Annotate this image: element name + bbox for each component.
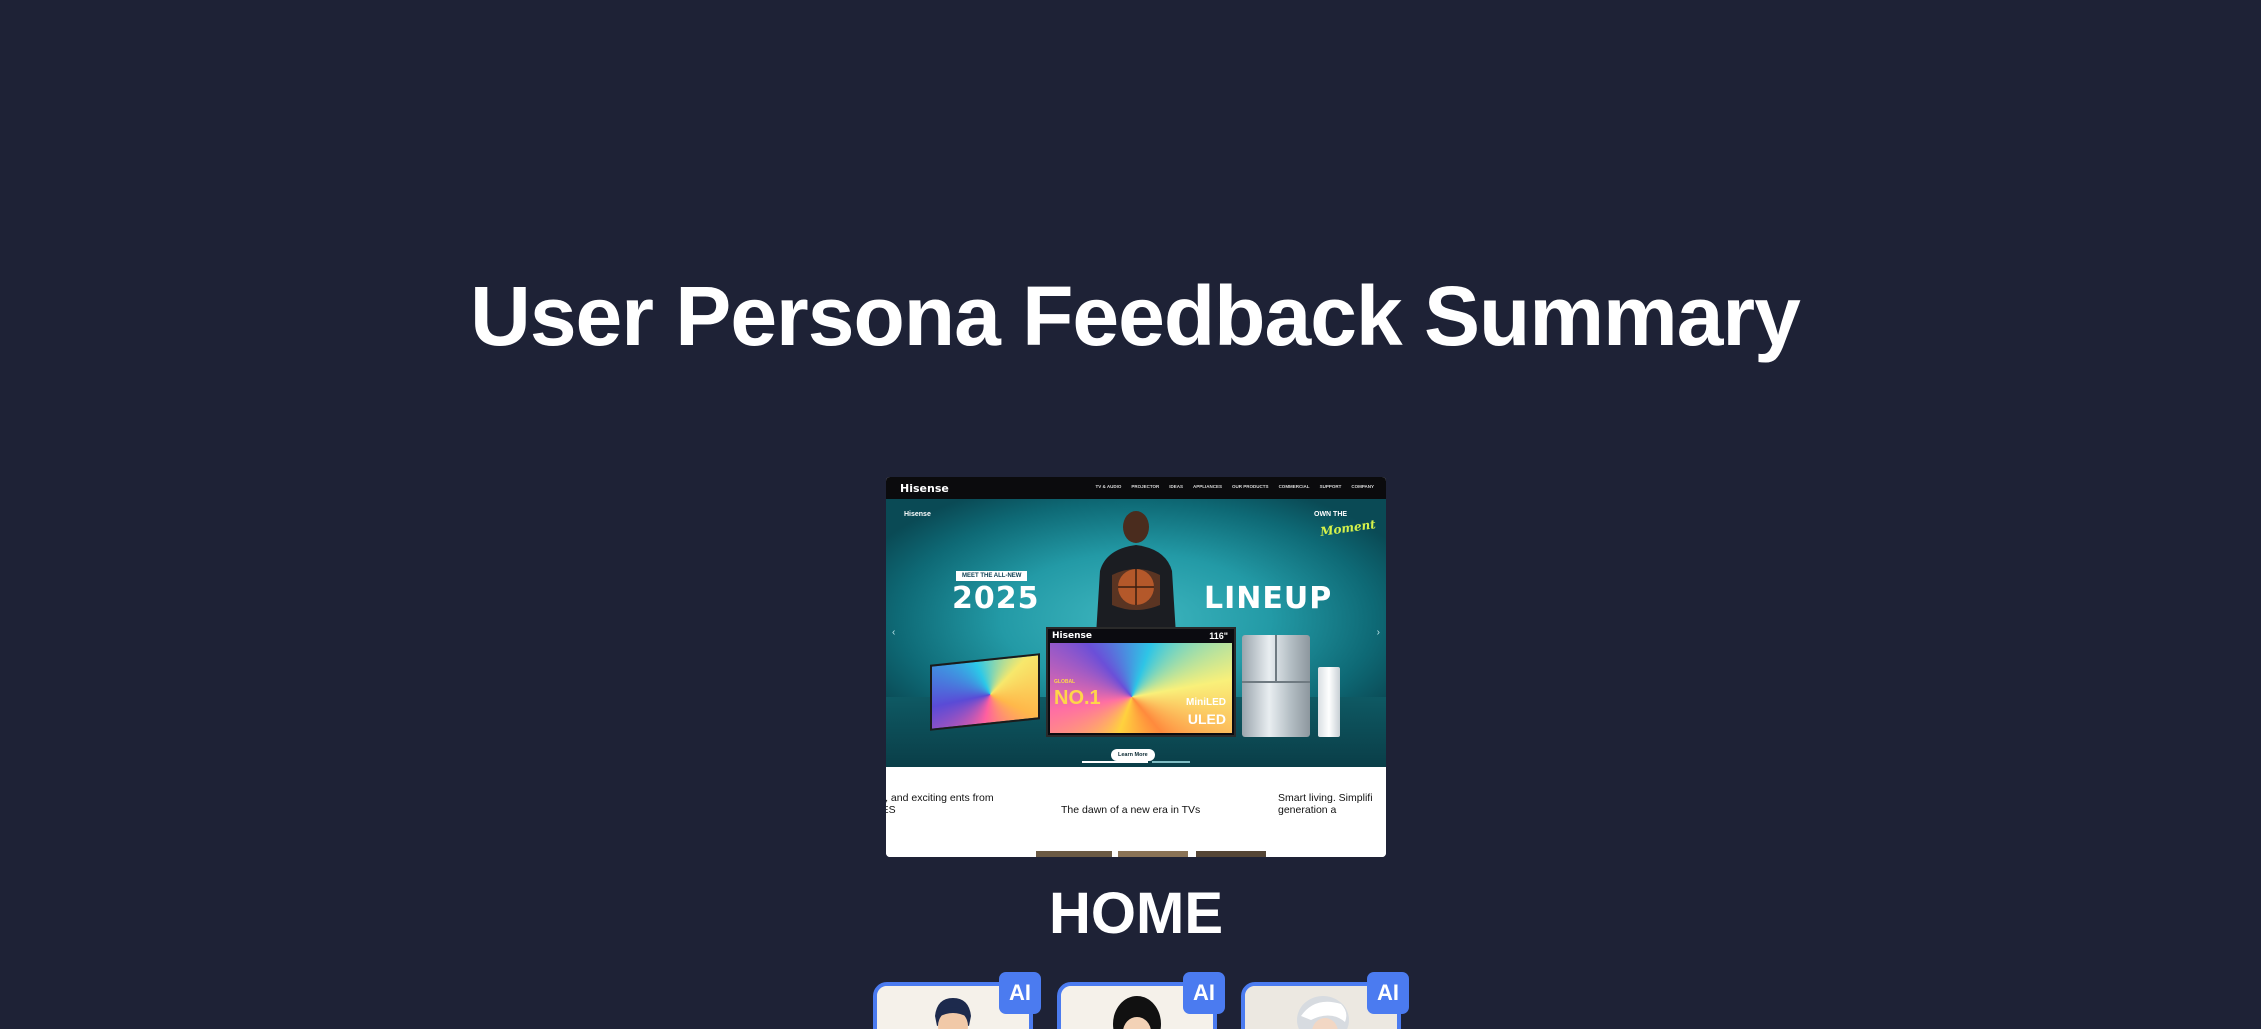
page: User Persona Feedback Summary Hisense TV… <box>0 0 2261 1029</box>
ai-badge: AI <box>1183 972 1225 1014</box>
tv-uled-label: ULED <box>1187 711 1226 727</box>
refrigerator-image <box>1242 635 1310 737</box>
screenshot-nav-link: Commercial <box>1278 484 1310 489</box>
screenshot-nav-link: Support <box>1319 484 1342 489</box>
hero-lineup: LINEUP <box>1204 581 1333 616</box>
main-tv-image: Hisense 116" GLOBAL NO.1 MiniLED ULED <box>1046 627 1236 737</box>
carousel-progress[interactable] <box>1082 761 1190 764</box>
carousel-prev-icon[interactable]: ‹ <box>892 627 895 638</box>
page-title: User Persona Feedback Summary <box>470 269 1801 363</box>
screenshot-nav-link: Appliances <box>1193 484 1223 489</box>
tv-global-label: GLOBAL <box>1054 679 1076 685</box>
screenshot-nav-link: Company <box>1351 484 1374 489</box>
carousel-progress-rest <box>1152 761 1190 763</box>
tv-no1-label: NO.1 <box>1054 687 1101 709</box>
tv-size-label: 116" <box>1209 631 1228 641</box>
card-image-strip <box>1036 851 1112 857</box>
hero-year: 2025 <box>952 581 1040 616</box>
screenshot-nav-links: TV & Audio Projector Ideas Appliances Ou… <box>1095 484 1374 489</box>
hero-meet-label: MEET THE ALL-NEW <box>956 571 1028 581</box>
tv-brand-label: Hisense <box>1052 631 1092 641</box>
carousel-next-icon[interactable]: › <box>1377 627 1380 638</box>
screenshot-nav-link: Ideas <box>1169 484 1184 489</box>
screenshot-hero-banner: Hisense OWN THE Moment MEET THE ALL-NEW … <box>886 499 1386 767</box>
fridge-door-split <box>1275 635 1277 681</box>
card-image-strip <box>1196 851 1266 857</box>
homepage-screenshot[interactable]: Hisense TV & Audio Projector Ideas Appli… <box>886 477 1386 857</box>
learn-more-button[interactable]: Learn More <box>1111 749 1155 761</box>
screenshot-logo: Hisense <box>900 482 949 495</box>
fridge-drawer-split <box>1242 681 1310 683</box>
carousel-progress-active <box>1082 761 1148 763</box>
hero-moment-tag: OWN THE Moment <box>1314 511 1377 541</box>
screenshot-nav-link: Projector <box>1131 484 1160 489</box>
appliance-image <box>1318 667 1340 737</box>
news-card-text[interactable]: Smart living. Simplifi generation a <box>1278 792 1386 816</box>
moment-own-text: OWN THE <box>1314 511 1348 518</box>
screenshot-nav-bar: Hisense TV & Audio Projector Ideas Appli… <box>886 477 1386 499</box>
hero-brand-corner: Hisense <box>904 511 931 518</box>
news-card-text[interactable]: The dawn of a new era in TVs <box>1061 804 1241 816</box>
card-image-strip <box>1118 851 1188 857</box>
screenshot-nav-link: TV & Audio <box>1095 484 1122 489</box>
small-tv-image <box>930 653 1040 731</box>
ai-badge: AI <box>999 972 1041 1014</box>
basketball-player-image <box>1096 511 1176 635</box>
screenshot-news-cards: ds, and exciting ents from CES The dawn … <box>886 767 1386 857</box>
section-label: HOME <box>1049 881 1223 946</box>
moment-word-text: Moment <box>1319 517 1377 539</box>
ai-badge: AI <box>1367 972 1409 1014</box>
tv-miniled-label: MiniLED <box>1186 697 1226 708</box>
news-card-text[interactable]: ds, and exciting ents from CES <box>886 792 1014 816</box>
screenshot-nav-link: Our Products <box>1232 484 1269 489</box>
